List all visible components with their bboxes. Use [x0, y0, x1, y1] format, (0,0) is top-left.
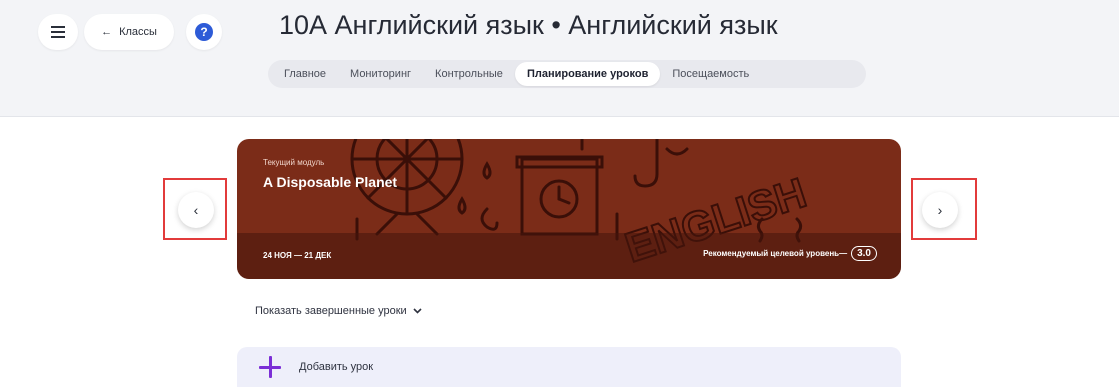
help-icon: ?: [195, 23, 213, 41]
add-lesson-label: Добавить урок: [299, 361, 374, 373]
current-module-banner[interactable]: ENGLISH Текущий модуль A Disposable Plan…: [237, 139, 901, 279]
next-module-button[interactable]: ›: [922, 192, 958, 228]
target-level-label: Рекомендуемый целевой уровень—: [703, 249, 848, 258]
chevron-right-icon: ›: [937, 202, 943, 218]
target-level: Рекомендуемый целевой уровень— 3.0: [703, 246, 877, 261]
show-completed-lessons-toggle[interactable]: Показать завершенные уроки: [255, 305, 422, 317]
tab-tests[interactable]: Контрольные: [423, 62, 515, 86]
module-date-range: 24 НОЯ — 21 ДЕК: [263, 251, 332, 260]
page-title: 10А Английский язык • Английский язык: [279, 10, 778, 40]
add-lesson-button[interactable]: Добавить урок: [237, 347, 901, 387]
hamburger-icon: [51, 26, 65, 38]
back-label: Классы: [119, 26, 157, 38]
plus-icon: [259, 356, 281, 378]
menu-button[interactable]: [38, 14, 78, 50]
tab-monitoring[interactable]: Мониторинг: [338, 62, 423, 86]
page-header: ← Классы ? 10А Английский язык • Английс…: [0, 0, 1119, 117]
target-level-badge: 3.0: [851, 246, 877, 261]
current-module-label: Текущий модуль: [263, 158, 325, 167]
help-button[interactable]: ?: [186, 14, 222, 50]
chevron-down-icon: [413, 308, 422, 314]
arrow-left-icon: ←: [101, 26, 113, 38]
tab-bar: Главное Мониторинг Контрольные Планирова…: [268, 60, 866, 88]
chevron-left-icon: ‹: [193, 202, 199, 218]
prev-module-button[interactable]: ‹: [178, 192, 214, 228]
show-completed-label: Показать завершенные уроки: [255, 305, 407, 317]
back-to-classes-button[interactable]: ← Классы: [84, 14, 174, 50]
tab-main[interactable]: Главное: [272, 62, 338, 86]
current-module-name: A Disposable Planet: [263, 174, 398, 190]
tab-attendance[interactable]: Посещаемость: [660, 62, 761, 86]
tab-lesson-planning[interactable]: Планирование уроков: [514, 62, 661, 86]
